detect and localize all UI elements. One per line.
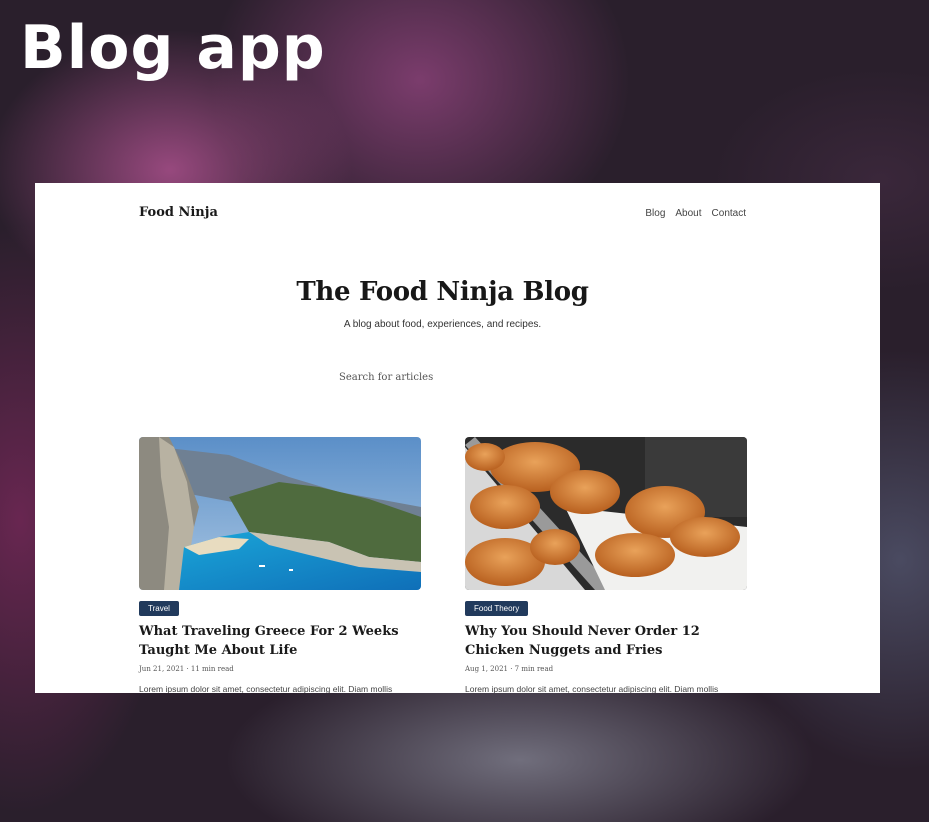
post-title[interactable]: Why You Should Never Order 12 Chicken Nu…: [465, 622, 747, 660]
post-category-tag[interactable]: Travel: [139, 601, 179, 616]
post-card[interactable]: Food Theory Why You Should Never Order 1…: [465, 437, 747, 693]
nav-link-contact[interactable]: Contact: [712, 208, 746, 219]
top-nav: Blog About Contact: [645, 208, 746, 219]
nav-link-about[interactable]: About: [675, 208, 701, 219]
blog-page: Food Ninja Blog About Contact The Food N…: [35, 183, 880, 693]
page-title: The Food Ninja Blog: [296, 277, 589, 307]
post-image-fried-chicken[interactable]: [465, 437, 747, 590]
post-category-tag[interactable]: Food Theory: [465, 601, 529, 616]
post-excerpt: Lorem ipsum dolor sit amet, consectetur …: [465, 684, 719, 693]
site-brand[interactable]: Food Ninja: [139, 205, 218, 220]
post-card[interactable]: Travel What Traveling Greece For 2 Weeks…: [139, 437, 421, 693]
post-image-greece-cove[interactable]: [139, 437, 421, 590]
nav-link-blog[interactable]: Blog: [645, 208, 665, 219]
page-subtitle: A blog about food, experiences, and reci…: [343, 319, 542, 330]
search-input[interactable]: [331, 366, 577, 388]
post-title[interactable]: What Traveling Greece For 2 Weeks Taught…: [139, 622, 421, 660]
video-overlay-title: Blog app: [20, 13, 326, 83]
post-excerpt: Lorem ipsum dolor sit amet, consectetur …: [139, 684, 393, 693]
post-meta: Aug 1, 2021 · 7 min read: [465, 665, 554, 673]
post-meta: Jun 21, 2021 · 11 min read: [139, 665, 234, 673]
